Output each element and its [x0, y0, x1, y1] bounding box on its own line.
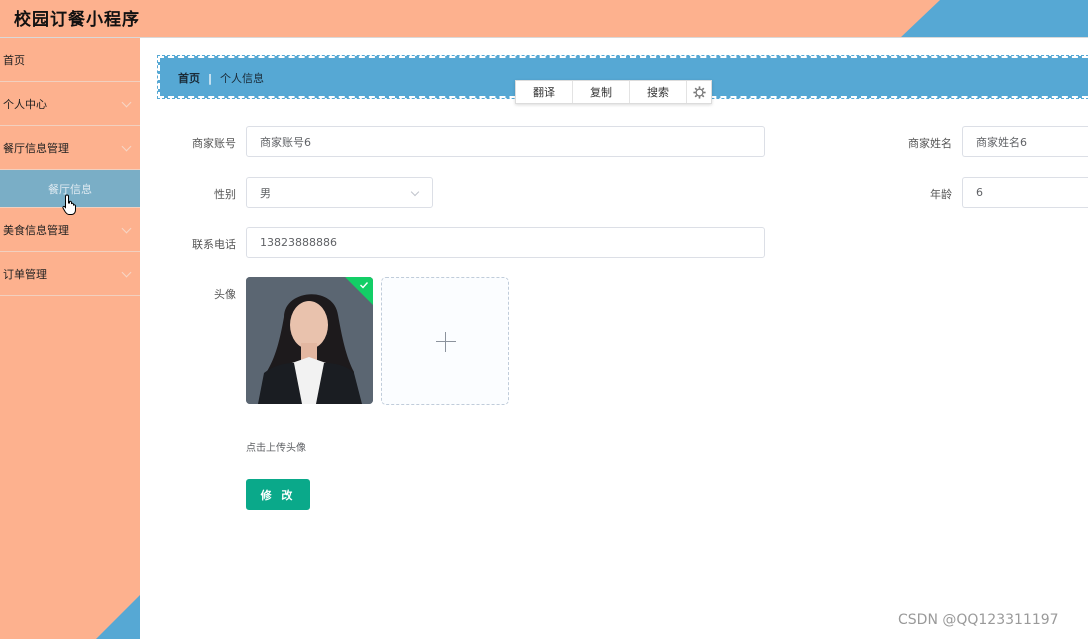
app-title: 校园订餐小程序 [14, 10, 140, 30]
gear-icon[interactable] [687, 81, 711, 103]
sidebar-item-label: 订单管理 [3, 267, 47, 281]
header-corner-fill [940, 0, 1088, 37]
top-header: 校园订餐小程序 [0, 0, 1088, 38]
phone-label: 联系电话 [192, 238, 236, 251]
account-input[interactable]: 商家账号6 [246, 126, 765, 157]
breadcrumb-home[interactable]: 首页 [178, 70, 200, 86]
sidebar-item-label: 个人中心 [3, 97, 47, 111]
translate-button[interactable]: 翻译 [516, 81, 573, 103]
chevron-down-icon [121, 141, 132, 151]
plus-icon-vertical [445, 332, 446, 352]
avatar-upload-button[interactable] [381, 277, 509, 405]
avatar-upload-hint: 点击上传头像 [246, 443, 306, 454]
age-input[interactable]: 6 [962, 177, 1088, 208]
sidebar-item-order-management[interactable]: 订单管理 [0, 252, 140, 296]
name-input[interactable]: 商家姓名6 [962, 126, 1088, 157]
submit-button[interactable]: 修 改 [246, 479, 310, 510]
gender-label: 性别 [214, 188, 236, 201]
hand-cursor-icon [62, 194, 76, 215]
sidebar-item-label: 美食信息管理 [3, 223, 69, 237]
breadcrumb-separator: | [208, 71, 213, 85]
name-label: 商家姓名 [908, 137, 952, 150]
breadcrumb-current: 个人信息 [220, 72, 265, 85]
sidebar-corner-decoration [96, 595, 140, 639]
sidebar-item-restaurant-management[interactable]: 餐厅信息管理 [0, 126, 140, 170]
chevron-down-icon [121, 223, 132, 233]
chevron-down-icon [410, 187, 420, 197]
phone-input[interactable]: 13823888886 [246, 227, 765, 258]
gender-select[interactable]: 男 [246, 177, 433, 208]
sidebar-item-home[interactable]: 首页 [0, 38, 140, 82]
age-label: 年龄 [930, 188, 952, 201]
avatar-label: 头像 [214, 288, 236, 301]
account-label: 商家账号 [192, 137, 236, 150]
sidebar-item-label: 首页 [3, 53, 25, 67]
sidebar-item-personal-center[interactable]: 个人中心 [0, 82, 140, 126]
plus-icon [436, 341, 456, 342]
header-corner-decoration [900, 0, 940, 37]
chevron-down-icon [121, 267, 132, 277]
floating-toolbar: 翻译 复制 搜索 [515, 80, 712, 104]
avatar-image[interactable] [246, 277, 373, 404]
sidebar: 首页 个人中心 餐厅信息管理 餐厅信息 美食信息管理 订单管理 [0, 38, 140, 639]
chevron-down-icon [121, 97, 132, 107]
check-icon [360, 282, 369, 289]
sidebar-item-label: 餐厅信息管理 [3, 141, 69, 155]
gender-select-value: 男 [260, 186, 271, 200]
copy-button[interactable]: 复制 [573, 81, 630, 103]
breadcrumb: 首页 | 个人信息 [178, 70, 264, 86]
search-button[interactable]: 搜索 [630, 81, 687, 103]
watermark: CSDN @QQ123311197 [898, 612, 1059, 628]
